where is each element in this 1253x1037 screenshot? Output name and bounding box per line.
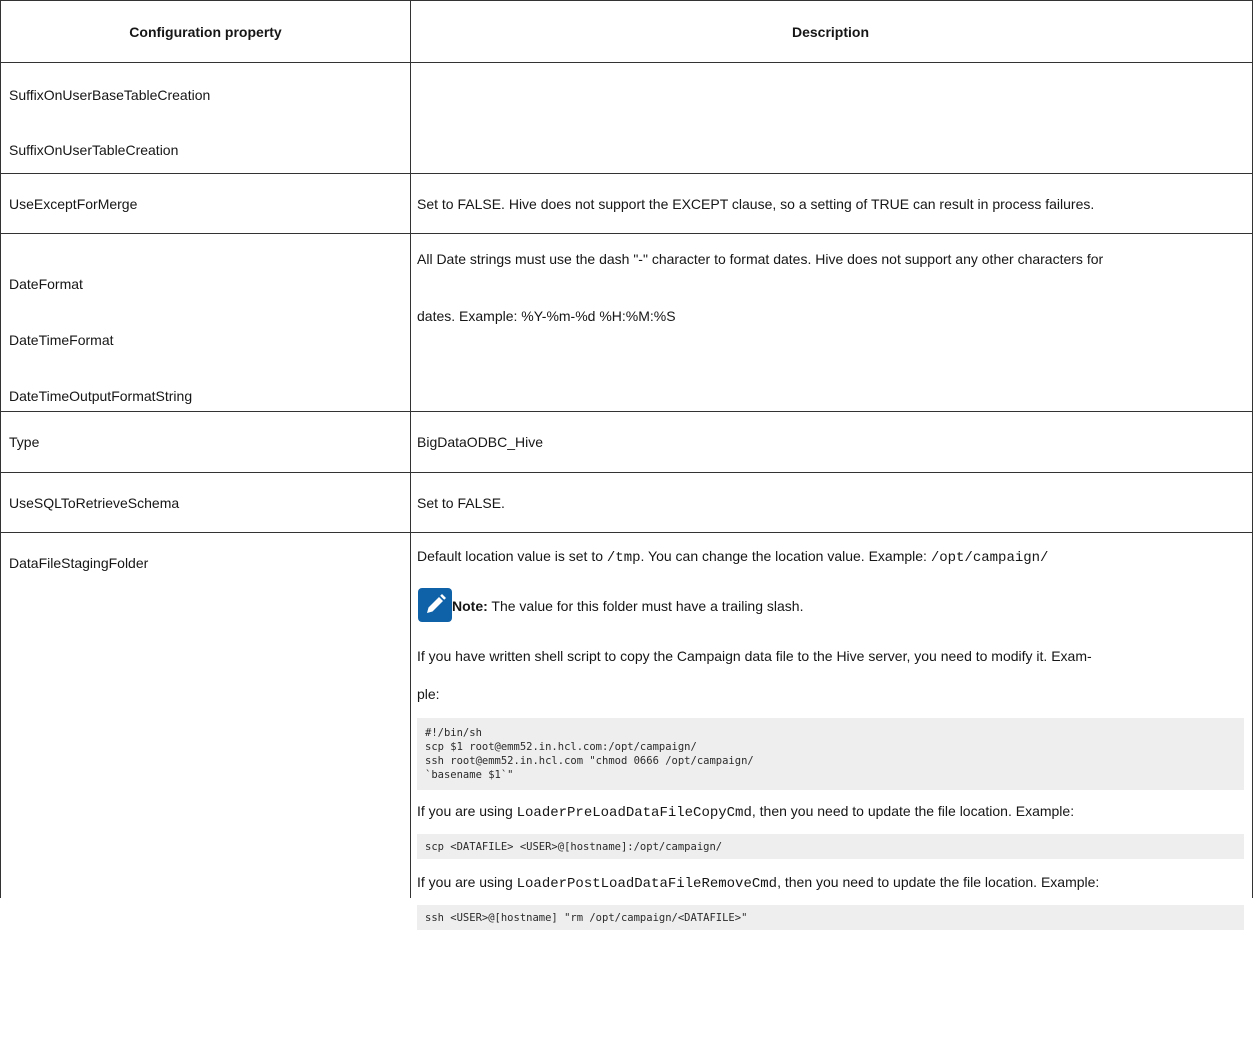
text-span: If you are using: [417, 874, 517, 890]
description-paragraph: If you have written shell script to copy…: [417, 648, 1092, 664]
note-callout: Note: The value for this folder must hav…: [417, 588, 1244, 638]
description-cell: [411, 63, 1253, 173]
property-name: DateTimeFormat: [9, 332, 114, 348]
property-cell: DateFormat DateTimeFormat DateTimeOutput…: [1, 234, 411, 411]
property-name: SuffixOnUserTableCreation: [9, 142, 179, 158]
description-paragraph: If you are using LoaderPreLoadDataFileCo…: [417, 793, 1244, 829]
code-inline: LoaderPostLoadDataFileRemoveCmd: [516, 876, 778, 892]
description-line: All Date strings must use the dash "-" c…: [417, 251, 1104, 267]
table-row: UseExceptForMerge Set to FALSE. Hive doe…: [1, 174, 1253, 234]
description-paragraph: Default location value is set to /tmp. Y…: [417, 538, 1244, 574]
description-text: Set to FALSE. Hive does not support the …: [411, 174, 1253, 233]
table-row: DateFormat DateTimeFormat DateTimeOutput…: [1, 234, 1253, 412]
code-block: ssh <USER>@[hostname] "rm /opt/campaign/…: [417, 905, 1244, 930]
text-span: . You can change the location value. Exa…: [640, 548, 931, 564]
code-block: #!/bin/sh scp $1 root@emm52.in.hcl.com:/…: [417, 718, 1244, 790]
description-cell: All Date strings must use the dash "-" c…: [411, 234, 1253, 411]
description-paragraph: ple:: [417, 686, 440, 702]
table-row: DataFileStagingFolder Default location v…: [1, 533, 1253, 930]
property-name: DataFileStagingFolder: [9, 555, 149, 571]
text-span: Default location value is set to: [417, 548, 607, 564]
table-row: SuffixOnUserBaseTableCreation SuffixOnUs…: [1, 63, 1253, 174]
text-span: The value for this folder must have a tr…: [487, 598, 804, 614]
property-name: SuffixOnUserBaseTableCreation: [9, 87, 211, 103]
text-span: , then you need to update the file locat…: [777, 874, 1100, 890]
property-name: UseExceptForMerge: [1, 174, 411, 233]
note-label: Note:: [452, 598, 488, 614]
header-configuration-property: Configuration property: [1, 1, 411, 62]
table-row: UseSQLToRetrieveSchema Set to FALSE.: [1, 473, 1253, 533]
property-name: Type: [1, 412, 411, 472]
code-block: scp <DATAFILE> <USER>@[hostname]:/opt/ca…: [417, 834, 1244, 859]
text-span: , then you need to update the file locat…: [751, 803, 1075, 819]
table-row: Type BigDataODBC_Hive: [1, 412, 1253, 473]
property-name: UseSQLToRetrieveSchema: [1, 473, 411, 532]
property-cell: SuffixOnUserBaseTableCreation SuffixOnUs…: [1, 63, 411, 173]
header-description: Description: [411, 1, 1253, 62]
description-paragraph: If you are using LoaderPostLoadDataFileR…: [417, 864, 1244, 900]
property-name: DateTimeOutputFormatString: [9, 388, 193, 404]
code-inline: /tmp: [606, 550, 641, 566]
description-line: dates. Example: %Y-%m-%d %H:%M:%S: [417, 308, 676, 324]
code-inline: /opt/campaign/: [930, 550, 1049, 566]
note-text: Note: The value for this folder must hav…: [452, 588, 803, 624]
pencil-note-icon: [418, 588, 452, 622]
table-header-row: Configuration property Description: [1, 0, 1253, 63]
config-properties-table: Configuration property Description Suffi…: [0, 0, 1253, 930]
text-span: If you are using: [417, 803, 517, 819]
description-text: BigDataODBC_Hive: [411, 412, 1253, 472]
description-cell: Default location value is set to /tmp. Y…: [411, 533, 1253, 930]
property-name: DateFormat: [9, 276, 83, 292]
property-cell: DataFileStagingFolder: [1, 533, 411, 898]
description-text: Set to FALSE.: [411, 473, 1253, 532]
code-inline: LoaderPreLoadDataFileCopyCmd: [516, 805, 752, 821]
